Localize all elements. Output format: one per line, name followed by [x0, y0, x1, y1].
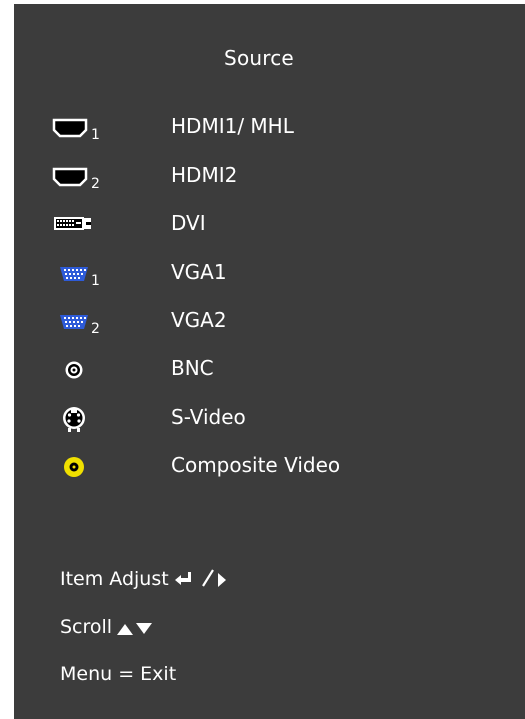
enter-arrow-icon [174, 572, 191, 585]
s-video-icon [44, 397, 144, 441]
source-label: S-Video [171, 405, 246, 429]
source-item-composite-video[interactable]: Composite Video [44, 445, 464, 489]
source-index: 1 [91, 273, 100, 289]
dvi-icon [44, 203, 144, 247]
source-item-hdmi1[interactable]: 1 HDMI1/ MHL [44, 106, 464, 150]
hdmi-icon: 1 [44, 106, 144, 150]
source-item-s-video[interactable]: S-Video [44, 397, 464, 441]
help-menu-exit-label: Menu = Exit [60, 663, 177, 685]
source-item-hdmi2[interactable]: 2 HDMI2 [44, 155, 464, 199]
help-menu-exit: Menu = Exit [60, 663, 176, 685]
slash-icon [201, 569, 214, 587]
source-item-dvi[interactable]: DVI [44, 203, 464, 247]
source-item-vga2[interactable]: 2 VGA2 [44, 300, 464, 344]
source-index: 2 [91, 321, 100, 337]
composite-video-icon [44, 445, 144, 489]
source-label: VGA2 [171, 308, 227, 332]
source-list: 1 HDMI1/ MHL 2 HDMI2 DVI 1 VGA1 2 VGA2 B… [14, 4, 525, 719]
help-scroll: Scroll [60, 616, 153, 638]
right-arrow-icon [217, 573, 226, 587]
vga-icon: 2 [44, 300, 144, 344]
help-item-adjust-label: Item Adjust [60, 568, 169, 590]
help-scroll-label: Scroll [60, 616, 113, 638]
source-label: BNC [171, 356, 214, 380]
source-index: 1 [91, 127, 100, 143]
source-menu-panel: Source 1 HDMI1/ MHL 2 HDMI2 DVI 1 VGA1 2… [14, 4, 525, 719]
vga-icon: 1 [44, 252, 144, 296]
source-label: DVI [171, 211, 206, 235]
bnc-icon [44, 348, 144, 392]
source-item-vga1[interactable]: 1 VGA1 [44, 252, 464, 296]
down-arrow-icon [136, 623, 153, 634]
up-arrow-icon [117, 624, 134, 635]
source-index: 2 [91, 176, 100, 192]
source-item-bnc[interactable]: BNC [44, 348, 464, 392]
source-label: Composite Video [171, 453, 341, 477]
hdmi-icon: 2 [44, 155, 144, 199]
source-label: HDMI1/ MHL [171, 114, 294, 138]
source-label: HDMI2 [171, 163, 238, 187]
source-label: VGA1 [171, 260, 227, 284]
help-item-adjust: Item Adjust [60, 568, 227, 590]
